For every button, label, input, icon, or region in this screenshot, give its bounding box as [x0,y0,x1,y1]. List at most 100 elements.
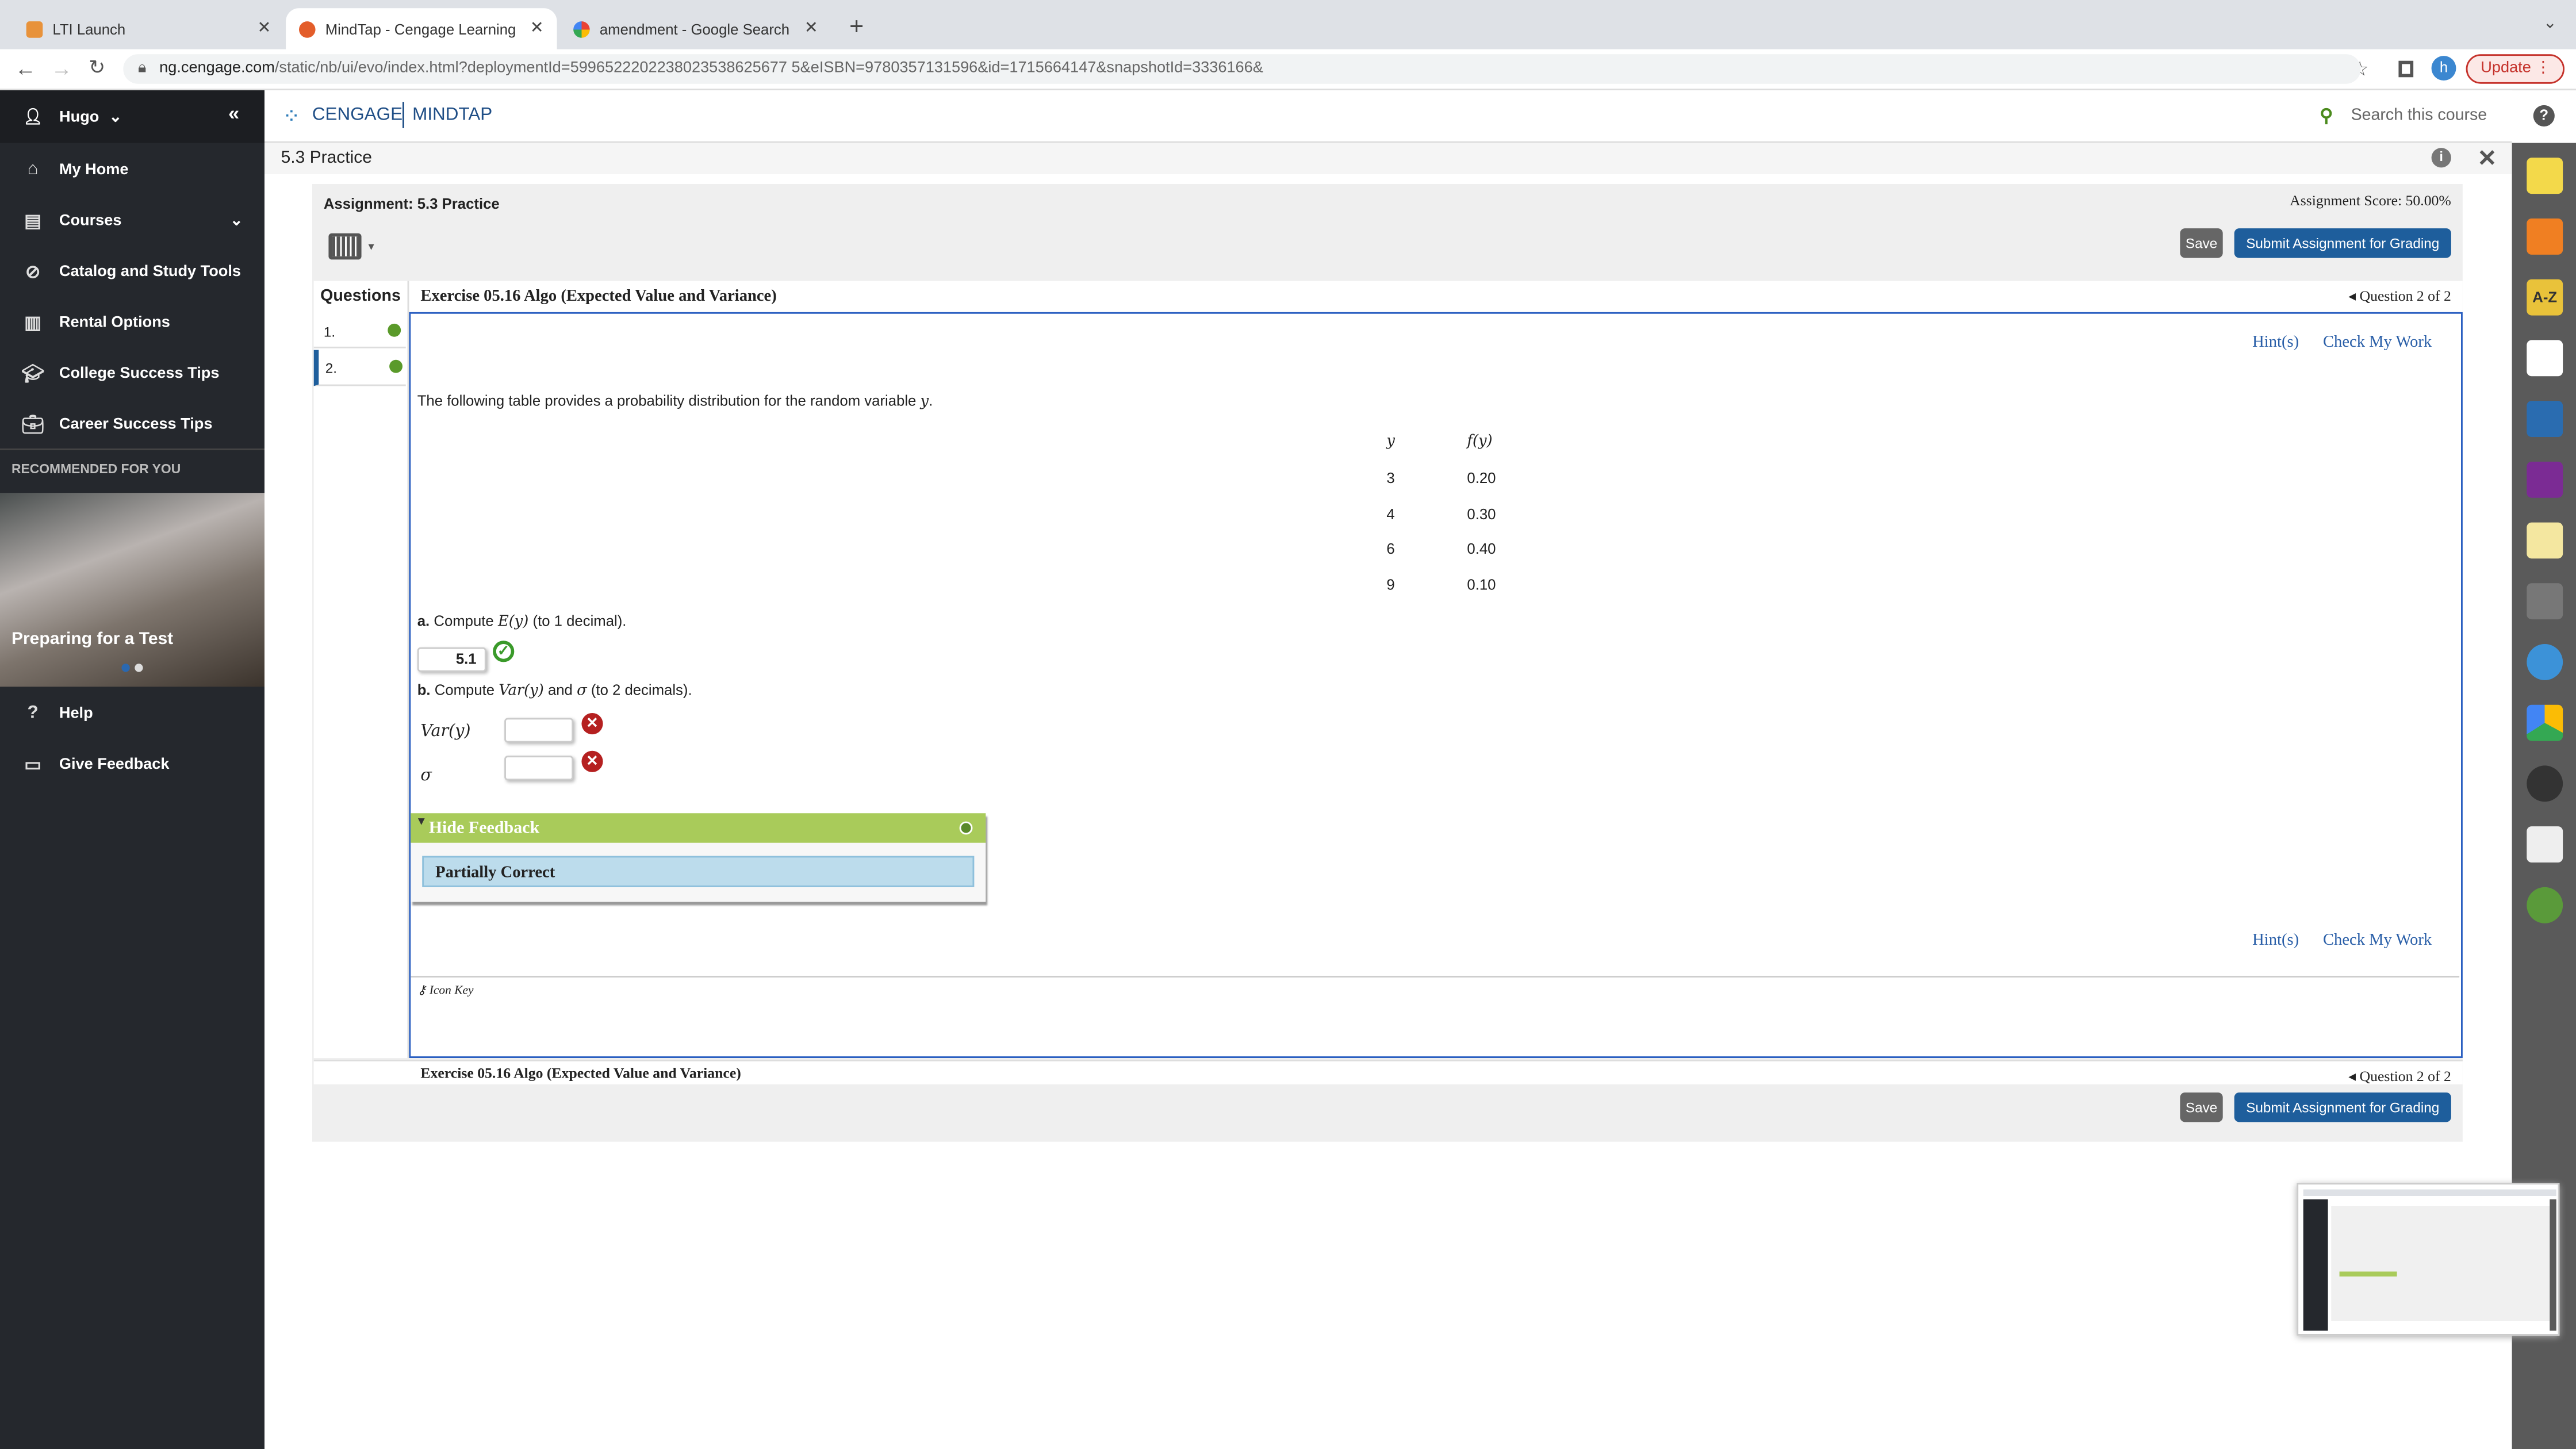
info-icon[interactable]: i [2431,148,2451,168]
variance-input[interactable] [504,718,574,743]
math-expression: Var(y) [499,683,544,700]
onenote-icon[interactable] [2527,461,2563,498]
search-course-input[interactable]: Search this course [2351,107,2487,125]
sidebar-item-rental[interactable]: ▥ Rental Options [0,297,264,347]
sidebar-item-courses[interactable]: ▤ Courses ⌄ [0,195,264,245]
help-icon[interactable]: ? [2533,105,2555,126]
sidebar-item-label: Career Success Tips [59,415,213,433]
notes-icon[interactable] [2527,522,2563,559]
assignment-panel: Assignment: 5.3 Practice Assignment Scor… [312,184,2463,1142]
thumbnail-sidebar [2303,1199,2328,1331]
prev-question-icon[interactable]: ◂ [2348,1068,2359,1084]
tab-search-chevron-icon[interactable]: ⌄ [2543,15,2557,33]
search-icon[interactable]: ⚲ [2320,105,2333,126]
feedback-panel: ▼ Hide Feedback Partially Correct [411,813,986,902]
question-nav-item-1[interactable]: 1. [313,316,406,348]
submit-button[interactable]: Submit Assignment for Grading [2234,228,2451,258]
sidebar-item-college-tips[interactable]: 🎓︎ College Success Tips [0,348,264,398]
update-label: Update [2481,59,2531,78]
part-b-prompt: b. Compute Var(y) and σ (to 2 decimals). [417,682,692,700]
reload-icon[interactable]: ↻ [89,56,105,79]
keyboard-tool-icon[interactable] [328,233,362,260]
sidebar-item-help[interactable]: ? Help [0,688,264,738]
hide-feedback-toggle[interactable]: ▼ Hide Feedback [411,813,986,843]
sidebar-item-label: Courses [59,211,122,229]
question-position-footer[interactable]: ◂ Question 2 of 2 [2348,1068,2451,1086]
brand-divider [402,102,404,128]
assignment-label: Assignment: 5.3 Practice [323,195,500,212]
cengage-logo-icon: ⁘ [282,103,301,128]
rss-icon[interactable] [2527,218,2563,255]
hints-link[interactable]: Hint(s) [2252,334,2299,351]
dropdown-arrow-icon[interactable]: ▼ [366,243,376,253]
cloud-icon[interactable] [2527,644,2563,680]
carousel-dot[interactable] [135,664,143,672]
back-icon[interactable]: ← [15,56,36,80]
std-dev-input[interactable] [504,756,574,781]
tab-google-search[interactable]: amendment - Google Search ✕ [560,8,831,49]
readspeaker-icon[interactable] [2527,583,2563,620]
screenshot-thumbnail[interactable] [2297,1183,2560,1336]
accessibility-icon[interactable] [2527,765,2563,802]
variance-label: Var(y) [420,723,471,741]
submit-button-bottom[interactable]: Submit Assignment for Grading [2234,1092,2451,1122]
tab-label: amendment - Google Search [599,20,790,37]
question-nav-item-2[interactable]: 2. [313,350,406,386]
close-tab-icon[interactable]: ✕ [257,20,271,37]
lti-favicon-icon [26,20,43,37]
close-tab-icon[interactable]: ✕ [530,20,544,37]
check-my-work-link[interactable]: Check My Work [2323,334,2432,351]
sidebar-item-feedback[interactable]: ▭ Give Feedback [0,739,264,789]
highlighter-icon[interactable] [2527,158,2563,194]
url-field[interactable]: 🔒︎ ng.cengage.com/static/nb/ui/evo/index.… [123,54,2361,84]
flashcards-icon[interactable] [2527,826,2563,862]
divider [411,976,2460,977]
partial-credit-icon [388,323,401,337]
sidebar-item-career-tips[interactable]: 💼︎ Career Success Tips [0,399,264,448]
save-button[interactable]: Save [2180,228,2223,258]
tab-mindtap[interactable]: MindTap - Cengage Learning ✕ [286,8,557,49]
collapse-sidebar-icon[interactable]: « [228,102,239,125]
promo-title: Preparing for a Test [12,629,174,649]
check-my-work-link-bottom[interactable]: Check My Work [2323,931,2432,949]
new-tab-button[interactable]: + [849,13,864,41]
intro-end: . [929,392,933,409]
profile-avatar[interactable]: h [2431,56,2456,80]
user-menu[interactable]: 👤︎ Hugo ⌄ « [0,90,264,143]
help-icon: ? [27,703,39,723]
sidebar: 👤︎ Hugo ⌄ « ⌂ My Home ▤ Courses ⌄ ⊘ Catalog an… [0,90,264,1449]
thumbnail-content [2331,1206,2550,1321]
expected-value-input[interactable]: 5.1 [417,647,486,672]
sidebar-item-catalog[interactable]: ⊘ Catalog and Study Tools [0,247,264,296]
ebook-icon[interactable] [2527,401,2563,437]
progress-icon[interactable] [2527,887,2563,923]
save-button-bottom[interactable]: Save [2180,1092,2223,1122]
question-position[interactable]: ◂ Question 2 of 2 [2348,288,2451,305]
thumbnail-feedback [2339,1271,2397,1276]
side-panel-icon[interactable] [2398,60,2414,78]
prev-question-icon[interactable]: ◂ [2348,288,2359,304]
google-drive-icon[interactable] [2527,704,2563,741]
sidebar-item-label: College Success Tips [59,363,220,382]
close-tab-icon[interactable]: ✕ [804,20,818,37]
icon-key[interactable]: ⚷ Icon Key [417,983,474,998]
tab-lti-launch[interactable]: LTI Launch ✕ [13,8,284,49]
table-header-y: y [1386,434,1395,450]
promo-card[interactable]: Preparing for a Test [0,493,264,687]
google-favicon-icon [573,20,590,37]
carousel-dot[interactable] [121,664,130,672]
office-icon[interactable] [2527,340,2563,377]
chevron-down-icon: ⌄ [230,211,243,229]
brand-name[interactable]: CENGAGE [312,105,402,125]
close-icon[interactable]: ✕ [2478,143,2497,174]
glossary-az-icon[interactable]: A-Z [2527,279,2563,316]
table-cell: 0.30 [1467,506,1496,523]
icon-key-label: Icon Key [429,982,474,998]
key-icon: ⚷ [417,982,430,998]
intro-variable: y [920,394,929,411]
update-button[interactable]: Update ⋮ [2466,54,2564,84]
forward-icon[interactable]: → [51,56,72,80]
sidebar-item-my-home[interactable]: ⌂ My Home [0,144,264,194]
hints-link-bottom[interactable]: Hint(s) [2252,931,2299,949]
sidebar-item-label: Help [59,704,93,722]
